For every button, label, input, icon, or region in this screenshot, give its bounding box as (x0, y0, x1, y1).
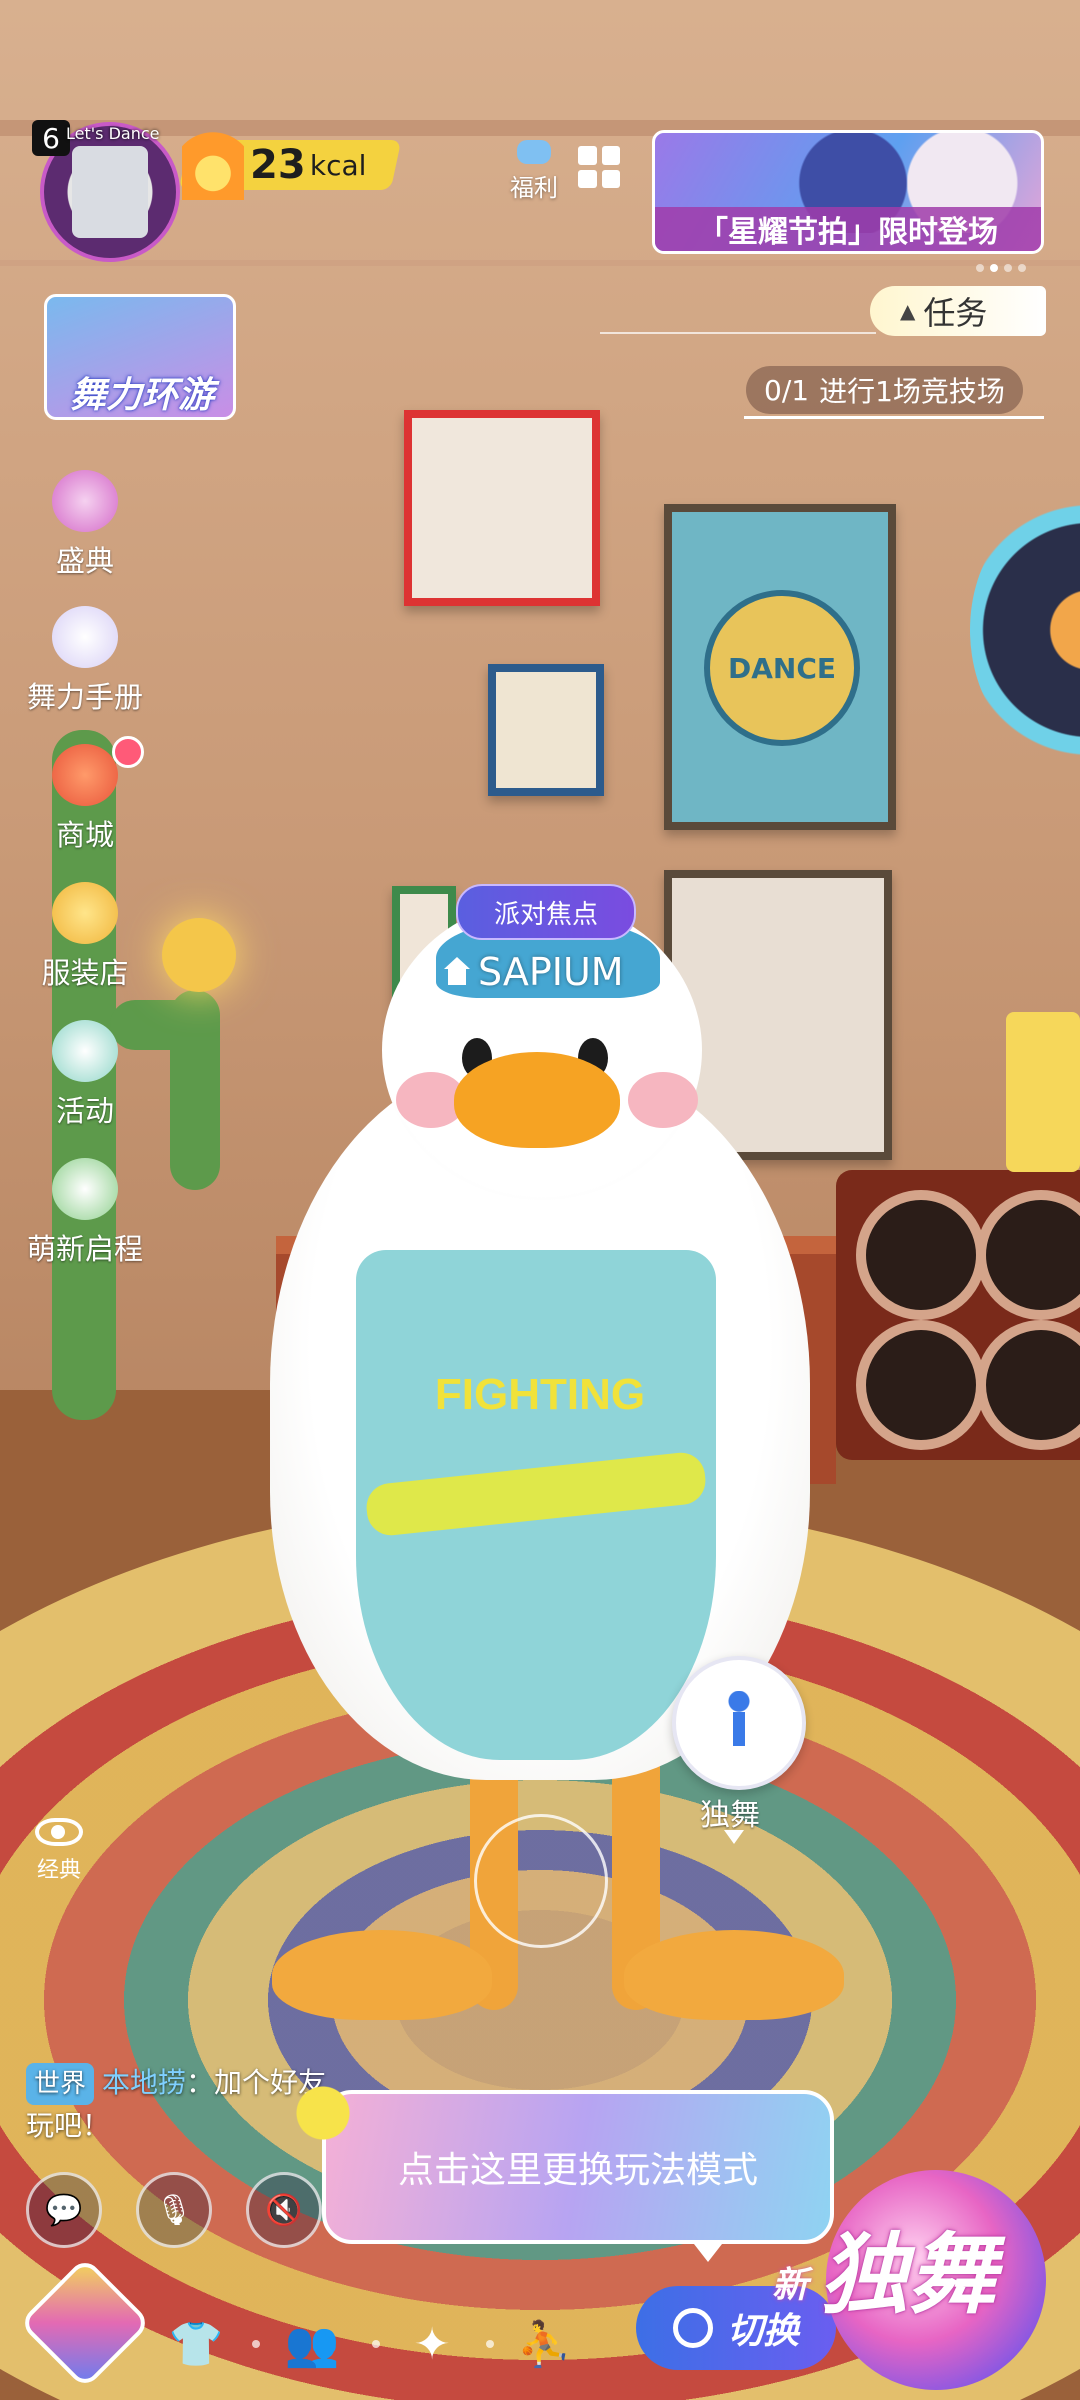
friends-button[interactable]: 👥 (280, 2312, 344, 2376)
task-button[interactable]: ▲ 任务 (870, 286, 1046, 336)
gamepad-icon (517, 140, 551, 164)
social-button[interactable]: ✦ (400, 2312, 464, 2376)
switch-label: 切换 (726, 2311, 799, 2352)
speaker (836, 1170, 1080, 1460)
duck-cheek (628, 1072, 698, 1128)
sidebar-item-label: 服装店 (41, 956, 129, 990)
sidebar-item-ceremony[interactable]: 盛典 (20, 470, 150, 580)
current-mode-label: 独舞 (820, 2223, 997, 2326)
ceremony-icon (52, 470, 118, 532)
dance-manual-icon (52, 606, 118, 668)
solo-dance-button[interactable] (672, 1656, 806, 1790)
chat-text-cont: 玩吧！ (26, 2109, 111, 2142)
caret-down-icon (724, 1830, 744, 1844)
sidebar-item-label: 萌新启程 (26, 1232, 143, 1266)
eye-icon (35, 1818, 83, 1846)
wardrobe-button[interactable]: 👕 (164, 2312, 228, 2376)
duck-foot (272, 1930, 492, 2020)
welfare-button[interactable]: 福利 (502, 140, 566, 203)
task-label: 任务 (923, 294, 988, 332)
flame-icon (182, 124, 244, 200)
solo-dance-label: 独舞 (700, 1798, 760, 1833)
shop-cart-icon (52, 744, 118, 806)
sidebar-item-label: 活动 (55, 1094, 114, 1128)
banner-pager (976, 264, 1026, 272)
speaker-cone (976, 1320, 1080, 1450)
tip-caret (694, 2244, 722, 2262)
avatar-caption: Let's Dance (66, 124, 160, 143)
group-dance-icon: ⛹ (516, 2319, 572, 2370)
sidebar-item-events[interactable]: 活动 (20, 1020, 150, 1130)
chat-channel-tag: 世界 (26, 2063, 95, 2105)
chat-bubble-icon: 💬 (45, 2192, 83, 2228)
chat-username: 本地捞 (102, 2066, 187, 2099)
nav-separator (372, 2340, 380, 2348)
star-music-icon (52, 1020, 118, 1082)
clothing-bag-icon (52, 882, 118, 944)
divider (600, 332, 876, 334)
new-badge: 新 (772, 2265, 809, 2306)
kcal-value: 23 (250, 142, 306, 188)
classic-view-button[interactable]: 经典 (28, 1818, 90, 1884)
avatar-portrait (72, 146, 148, 238)
sidebar-item-dance-manual[interactable]: 舞力手册 (20, 606, 150, 716)
dance-poster-text: DANCE (704, 590, 860, 746)
sidebar-item-clothing[interactable]: 服装店 (20, 882, 150, 992)
nav-separator (252, 2340, 260, 2348)
menu-grid-icon[interactable] (578, 146, 620, 188)
welfare-label: 福利 (510, 174, 558, 202)
people-star-icon: ✦ (413, 2318, 451, 2370)
wall-trim (0, 260, 1080, 266)
music-note-icon (296, 2050, 386, 2140)
small-poster (488, 664, 604, 796)
refresh-icon (672, 2308, 713, 2348)
dancer-icon (711, 1691, 767, 1755)
kcal-unit: kcal (309, 148, 367, 182)
joystick[interactable] (474, 1814, 608, 1948)
banner-text: 「星耀节拍」限时登场 (655, 207, 1041, 251)
chat-button[interactable]: 💬 (26, 2172, 102, 2248)
rubiks-cube-poster (404, 410, 600, 606)
sidebar-item-label: 盛典 (55, 544, 114, 578)
view-label: 经典 (36, 1858, 81, 1883)
task-progress[interactable]: 0/1 进行1场竞技场 (746, 366, 1023, 414)
bulb (162, 918, 236, 992)
speaker-off-icon: 🔇 (265, 2192, 303, 2228)
player-name: SAPIUM (478, 950, 624, 994)
shirt-text: FIGHTING (434, 1370, 646, 1419)
friends-icon: 👥 (284, 2319, 340, 2370)
speaker-cone (856, 1190, 986, 1320)
task-progress-count: 0/1 (764, 373, 810, 407)
duck-beak (454, 1052, 620, 1148)
duck-foot (624, 1930, 844, 2020)
house-icon (442, 957, 472, 987)
newbie-icon (52, 1158, 118, 1220)
level-badge: 6 (32, 120, 70, 156)
mic-off-icon: 🎙 (154, 2192, 194, 2228)
sidebar-item-label: 商城 (55, 818, 114, 852)
group-dance-button[interactable]: ⛹ (512, 2312, 576, 2376)
caret-up-icon: ▲ (900, 299, 916, 323)
promo-label: 舞力环游 (70, 375, 215, 416)
side-disc (970, 500, 1080, 760)
task-description: 进行1场竞技场 (819, 375, 1005, 408)
mic-mute-button[interactable]: 🎙 (136, 2172, 212, 2248)
cactus-arm (170, 990, 220, 1190)
lamp (1006, 1012, 1080, 1172)
mode-tip-bubble[interactable]: 点击这里更换玩法模式 (322, 2090, 834, 2244)
speaker-cone (856, 1320, 986, 1450)
event-banner[interactable]: 「星耀节拍」限时登场 (652, 130, 1044, 254)
tip-text: 点击这里更换玩法模式 (397, 2150, 758, 2191)
divider (744, 416, 1044, 419)
sidebar-item-label: 舞力手册 (26, 680, 143, 714)
shirt-icon: 👕 (168, 2319, 224, 2370)
player-name-tag[interactable]: SAPIUM (442, 950, 624, 994)
nav-separator (486, 2340, 494, 2348)
speaker-cone (976, 1190, 1080, 1320)
party-focus-tag: 派对焦点 (456, 884, 636, 940)
sound-mute-button[interactable]: 🔇 (246, 2172, 322, 2248)
sidebar-item-newbie[interactable]: 萌新启程 (20, 1158, 150, 1268)
notification-dot (112, 736, 144, 768)
